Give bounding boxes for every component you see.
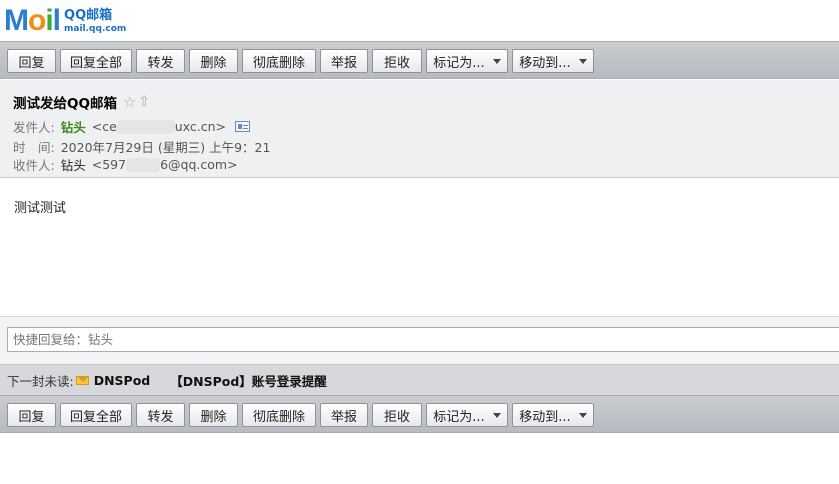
mark-as-label: 标记为... [433,409,485,425]
reject-button[interactable]: 拒收 [372,403,422,427]
delete-permanently-button[interactable]: 彻底删除 [242,403,316,427]
reject-button[interactable]: 拒收 [372,49,422,73]
top-toolbar: 回复 回复全部 转发 删除 彻底删除 举报 拒收 标记为... 移动到... [0,41,839,79]
logo-product-name: QQ邮箱 [64,7,113,23]
move-to-dropdown[interactable]: 移动到... [512,403,594,427]
sender-label: 发件人: [13,120,55,135]
mark-as-dropdown[interactable]: 标记为... [426,403,508,427]
time-label: 时 间: [13,140,55,155]
report-button[interactable]: 举报 [320,49,368,73]
move-to-label: 移动到... [519,409,571,425]
mark-as-dropdown[interactable]: 标记为... [426,49,508,73]
message-subject: 测试发给QQ邮箱 ☆ ⇧ [13,93,151,112]
quick-reply-input[interactable] [7,327,839,352]
report-button[interactable]: 举报 [320,403,368,427]
recipient-address-end: 6@qq.com> [160,157,238,172]
quick-reply-area [0,316,839,364]
move-to-dropdown[interactable]: 移动到... [512,49,594,73]
sender-name[interactable]: 钻头 [61,117,86,136]
move-to-label: 移动到... [519,55,571,71]
time-row: 时 间: 2020年7月29日 (星期三) 上午9：21 [13,137,270,156]
sender-address-start: <ce [91,119,117,134]
next-unread-label: 下一封未读: [7,373,74,389]
reply-all-button[interactable]: 回复全部 [60,49,132,73]
bottom-toolbar: 回复 回复全部 转发 删除 彻底删除 举报 拒收 标记为... 移动到... [0,395,839,433]
contact-card-icon[interactable] [235,121,250,132]
envelope-icon [75,375,89,385]
star-icon[interactable]: ☆ [123,93,136,111]
logo-wordmark: Moil [4,4,61,37]
recipient-address-start: <597 [91,157,127,172]
forward-button[interactable]: 转发 [136,403,185,427]
sender-row: 发件人: 钻头 <ce uxc.cn> [13,117,250,136]
chevron-down-icon [492,412,501,418]
message-body: 测试测试 [14,201,67,216]
qq-mail-logo[interactable]: Moil QQ邮箱 mail.qq.com [4,6,126,36]
reply-button[interactable]: 回复 [7,403,56,427]
time-value: 2020年7月29日 (星期三) 上午9：21 [60,140,271,155]
redacted-mask [126,157,161,172]
delete-button[interactable]: 删除 [189,49,238,73]
next-unread-bar: 下一封未读: DNSPod 【DNSPod】账号登录提醒 [0,364,839,395]
sender-address-end: uxc.cn> [174,119,226,134]
reply-all-button[interactable]: 回复全部 [60,403,132,427]
message-header: 测试发给QQ邮箱 ☆ ⇧ 发件人: 钻头 <ce uxc.cn> 时 间: 20… [0,80,839,178]
forward-button[interactable]: 转发 [136,49,185,73]
chevron-down-icon [492,58,501,64]
redacted-mask [116,119,175,134]
next-unread-subject[interactable]: 【DNSPod】账号登录提醒 [170,371,327,390]
delete-permanently-button[interactable]: 彻底删除 [242,49,316,73]
recipient-name[interactable]: 钻头 [61,155,86,174]
up-arrow-icon[interactable]: ⇧ [138,94,150,110]
recipient-row: 收件人: 钻头 <597 6@qq.com> [13,155,238,174]
chevron-down-icon [578,58,587,64]
logo-domain: mail.qq.com [64,23,127,34]
next-unread-sender[interactable]: DNSPod [94,373,151,388]
chevron-down-icon [578,412,587,418]
mark-as-label: 标记为... [433,55,485,71]
recipient-label: 收件人: [13,158,55,173]
logo-bar: Moil QQ邮箱 mail.qq.com [0,0,839,42]
reply-button[interactable]: 回复 [7,49,56,73]
delete-button[interactable]: 删除 [189,403,238,427]
